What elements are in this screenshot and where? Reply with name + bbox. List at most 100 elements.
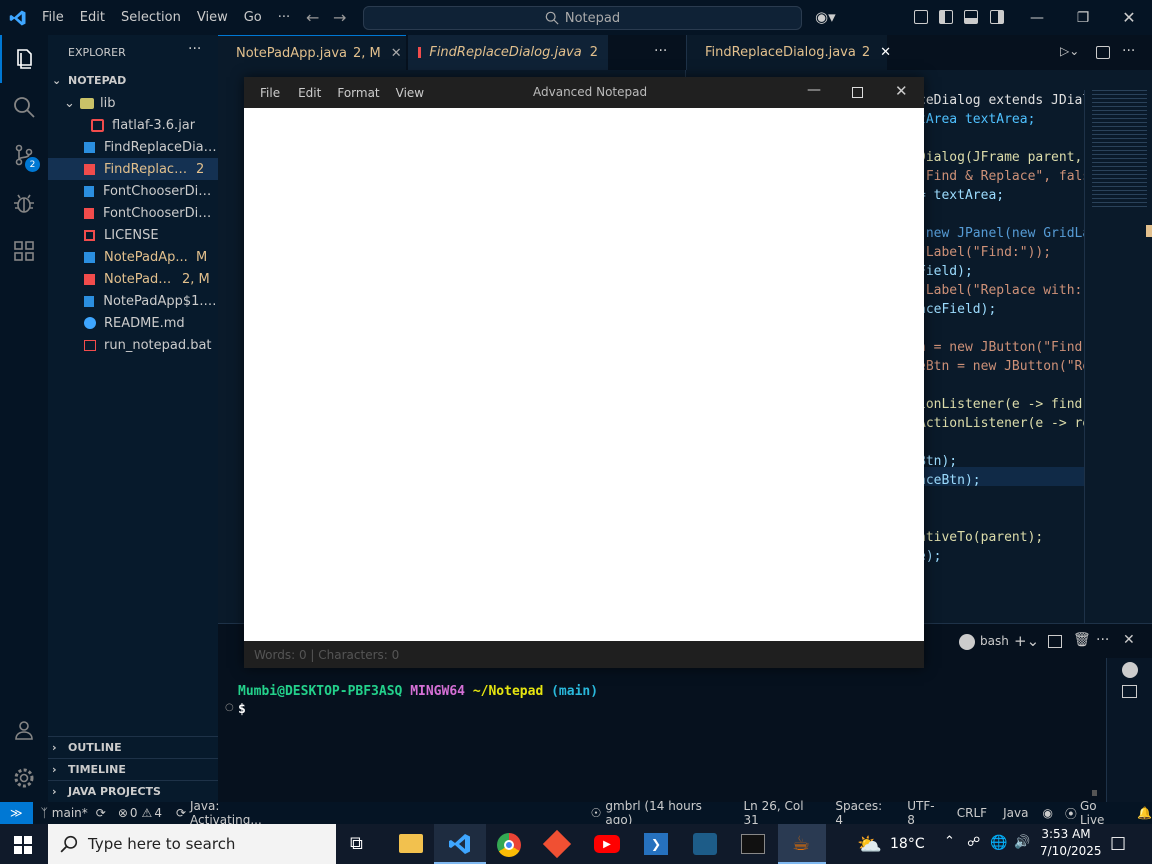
terminal-input[interactable]: $	[238, 702, 246, 717]
windows-start-icon[interactable]	[14, 836, 32, 854]
kill-terminal-icon[interactable]: 🗑	[1073, 632, 1091, 648]
git-icon[interactable]	[542, 829, 572, 859]
run-icon[interactable]: ▷⌄	[1060, 44, 1079, 58]
notepad-maximize-button[interactable]	[852, 87, 863, 98]
section-timeline[interactable]: › TIMELINE	[48, 758, 218, 780]
notifications-bell-icon[interactable]: 🔔	[1137, 806, 1152, 820]
task-view-icon[interactable]: ⧉	[350, 833, 363, 854]
menu-go[interactable]: Go	[236, 10, 270, 25]
line-ending[interactable]: CRLF	[957, 806, 987, 820]
vscode-taskbar-app[interactable]	[434, 824, 486, 864]
toggle-panel-icon[interactable]	[964, 10, 978, 24]
language-globe-icon[interactable]: 🌐	[990, 835, 1007, 851]
meet-now-icon[interactable]: ☍	[967, 835, 980, 850]
menu-file[interactable]: File	[34, 10, 72, 25]
close-button[interactable]: ✕	[1106, 0, 1152, 35]
customize-layout-icon[interactable]	[914, 10, 928, 24]
chrome-icon[interactable]	[497, 833, 521, 857]
tree-item-file[interactable]: NotePadAp... M	[48, 246, 218, 268]
extensions-icon[interactable]	[0, 227, 48, 275]
remote-icon[interactable]: ≫	[0, 802, 33, 824]
tree-item-file-selected[interactable]: FindReplace... 2	[48, 158, 218, 180]
indentation[interactable]: Spaces: 4	[835, 799, 891, 827]
section-outline[interactable]: › OUTLINE	[48, 736, 218, 758]
minimap[interactable]	[1092, 90, 1147, 210]
menu-edit[interactable]: Edit	[72, 10, 113, 25]
panel-more-icon[interactable]: ···	[1096, 632, 1109, 648]
copilot-status-icon[interactable]: ◉	[1042, 806, 1052, 820]
terminal-tab-powershell-icon[interactable]	[1122, 685, 1137, 698]
git-branch[interactable]: main*	[52, 806, 88, 820]
youtube-icon[interactable]: ▶	[594, 835, 620, 853]
tab-notepadapp[interactable]: NotePadApp.java 2, M ✕	[218, 35, 406, 70]
taskbar-search-box[interactable]: Type here to search	[48, 824, 336, 864]
minimize-button[interactable]: —	[1014, 0, 1060, 35]
cursor-position[interactable]: Ln 26, Col 31	[743, 799, 819, 827]
folder-notepad[interactable]: ⌄ NOTEPAD	[48, 69, 218, 91]
mysql-workbench-icon[interactable]	[693, 833, 717, 855]
tree-item-bat[interactable]: run_notepad.bat	[48, 334, 218, 356]
tree-item-lib[interactable]: ⌄ lib	[48, 92, 218, 114]
tree-item-file[interactable]: NotePadA... 2, M	[48, 268, 218, 290]
file-explorer-icon[interactable]	[399, 834, 423, 853]
notepad-menu-file[interactable]: File	[260, 86, 280, 100]
notepad-menu-edit[interactable]: Edit	[298, 86, 321, 100]
accounts-icon[interactable]	[0, 706, 48, 754]
tree-item-file[interactable]: NotePadApp$1.cl...	[48, 290, 218, 312]
volume-icon[interactable]: 🔊	[1014, 835, 1030, 850]
toggle-secondary-sidebar-icon[interactable]	[990, 10, 1004, 24]
notepad-text-area[interactable]	[244, 108, 924, 641]
menu-selection[interactable]: Selection	[113, 10, 189, 25]
show-hidden-icons-icon[interactable]: ⌃	[944, 834, 955, 849]
close-tab-icon[interactable]: ✕	[391, 46, 402, 61]
command-center-search[interactable]: Notepad	[363, 6, 802, 30]
powershell-icon[interactable]: ❯	[644, 833, 668, 855]
weather-icon[interactable]: ⛅	[857, 832, 882, 856]
tree-item-readme[interactable]: README.md	[48, 312, 218, 334]
java-status[interactable]: Java: Activating...	[190, 799, 291, 827]
tree-item-jar[interactable]: flatlaf-3.6.jar	[48, 114, 218, 136]
git-blame[interactable]: gmbrl (14 hours ago)	[605, 799, 727, 827]
terminal-tab-github-icon[interactable]	[1122, 662, 1138, 678]
tree-item-license[interactable]: LICENSE	[48, 224, 218, 246]
weather-temp[interactable]: 18°C	[890, 836, 925, 852]
split-terminal-icon[interactable]	[1048, 635, 1062, 648]
notepad-close-button[interactable]: ✕	[895, 82, 908, 100]
terminal-shell-name[interactable]: bash	[980, 634, 1009, 648]
tree-item-file[interactable]: FontChooserDialo...	[48, 202, 218, 224]
close-panel-icon[interactable]: ✕	[1123, 632, 1135, 648]
notepad-minimize-button[interactable]: —	[807, 82, 821, 98]
tab-findreplace-right[interactable]: FindReplaceDialog.java 2 ✕	[687, 35, 891, 70]
warning-count[interactable]: 4	[154, 806, 162, 820]
editor-more-icon[interactable]: ···	[1122, 43, 1135, 59]
notepad-menu-format[interactable]: Format	[337, 86, 379, 100]
close-tab-icon[interactable]: ✕	[880, 45, 891, 60]
toggle-sidebar-icon[interactable]	[939, 10, 953, 24]
error-count[interactable]: 0	[130, 806, 138, 820]
encoding[interactable]: UTF-8	[907, 799, 941, 827]
split-editor-icon[interactable]	[1096, 46, 1110, 59]
java-app-taskbar[interactable]: ☕	[778, 824, 826, 864]
run-debug-icon[interactable]	[0, 179, 48, 227]
sync-icon[interactable]: ⟳	[96, 806, 106, 820]
language-mode[interactable]: Java	[1003, 806, 1028, 820]
manage-gear-icon[interactable]	[0, 754, 48, 802]
source-control-icon[interactable]: 2	[0, 131, 48, 179]
restore-button[interactable]: ❐	[1060, 0, 1106, 35]
copilot-icon[interactable]: ◉▾	[815, 8, 836, 26]
tab-findreplace-left[interactable]: FindReplaceDialog.java 2	[408, 35, 608, 70]
explorer-icon[interactable]	[0, 35, 48, 83]
search-icon[interactable]	[0, 83, 48, 131]
menu-more[interactable]: ···	[270, 10, 298, 25]
clock[interactable]: 3:53 AM 7/10/2025	[1040, 826, 1102, 862]
tabs-more-icon[interactable]: ···	[654, 43, 667, 59]
explorer-more-icon[interactable]: ···	[188, 41, 201, 57]
action-center-icon[interactable]: □	[1110, 833, 1126, 853]
menu-view[interactable]: View	[189, 10, 236, 25]
tree-item-file[interactable]: FindReplaceDialo...	[48, 136, 218, 158]
terminal-scrollbar[interactable]	[1092, 790, 1097, 796]
back-arrow-icon[interactable]: ←	[306, 8, 319, 27]
tree-item-file[interactable]: FontChooserDialo...	[48, 180, 218, 202]
notepad-menu-view[interactable]: View	[396, 86, 424, 100]
command-prompt-icon[interactable]	[741, 834, 765, 854]
